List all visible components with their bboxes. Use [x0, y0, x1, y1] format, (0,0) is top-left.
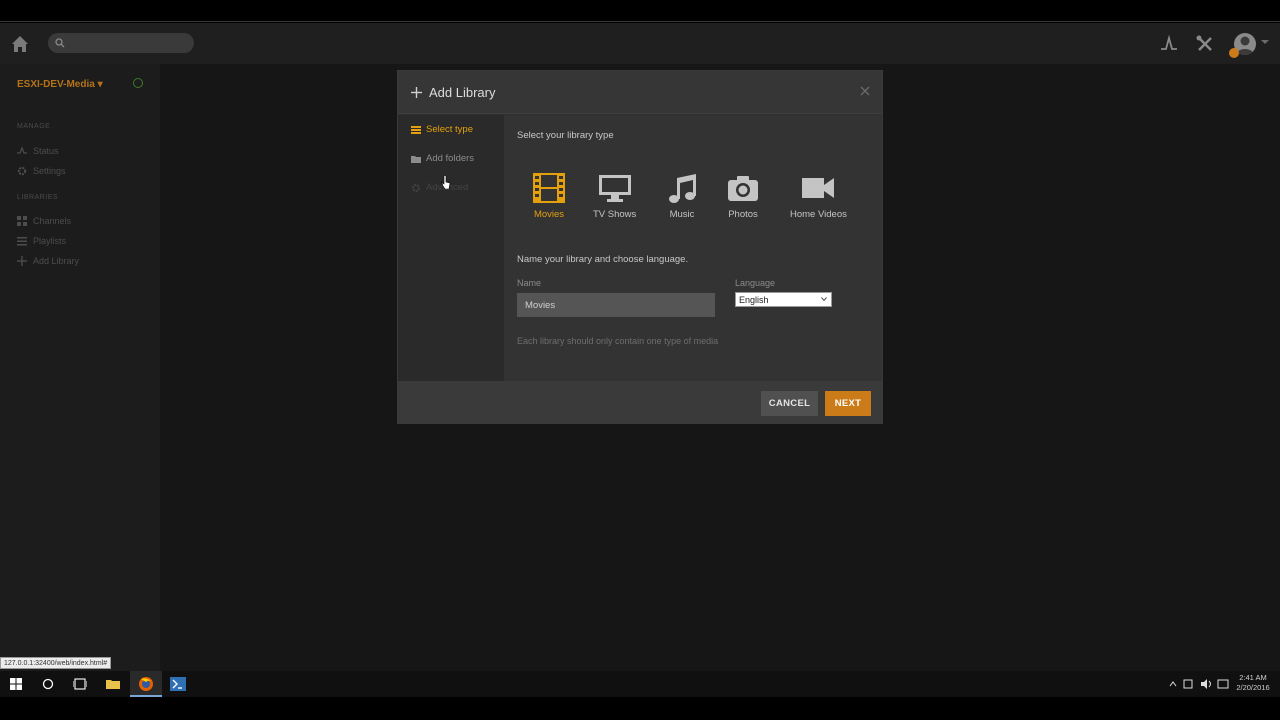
dialog-header: Add Library	[398, 71, 882, 114]
language-field-label: Language	[735, 278, 776, 288]
sidebar-item-channels[interactable]: Channels	[17, 214, 71, 228]
status-url-tooltip: 127.0.0.1:32400/web/index.html#	[0, 657, 112, 669]
plex-app: ESXI-DEV-Media ▾ MANAGE Status Settings …	[0, 23, 1280, 671]
video-camera-icon	[800, 171, 836, 205]
name-section-label: Name your library and choose language.	[517, 254, 689, 265]
library-name-input[interactable]	[517, 293, 715, 317]
windows-start-icon[interactable]	[7, 675, 25, 693]
step-label: Add folders	[426, 153, 475, 164]
type-tv-shows[interactable]: TV Shows	[593, 171, 636, 220]
letterbox-bottom	[0, 697, 1280, 720]
type-label: Music	[669, 209, 695, 220]
top-navbar	[0, 23, 1280, 64]
music-icon	[664, 171, 700, 205]
sidebar-item-playlists[interactable]: Playlists	[17, 234, 66, 248]
file-explorer-icon[interactable]	[104, 675, 122, 693]
sidebar: ESXI-DEV-Media ▾ MANAGE Status Settings …	[0, 64, 160, 671]
search-icon	[55, 38, 65, 48]
manage-header: MANAGE	[17, 123, 51, 130]
plus-icon	[411, 87, 422, 98]
cortana-icon[interactable]	[39, 675, 57, 693]
gear-icon	[17, 166, 27, 176]
chevron-down-icon	[821, 297, 827, 302]
plus-icon	[17, 256, 27, 266]
activity-icon	[17, 146, 27, 156]
sidebar-item-status[interactable]: Status	[17, 144, 59, 158]
type-music[interactable]: Music	[664, 171, 700, 220]
film-icon	[531, 171, 567, 205]
sidebar-item-label: Status	[33, 146, 59, 156]
letterbox-top	[0, 0, 1280, 22]
type-label: TV Shows	[593, 209, 637, 220]
activity-icon[interactable]	[1159, 34, 1179, 54]
camera-icon	[725, 171, 761, 205]
dialog-footer: CANCEL NEXT	[398, 381, 882, 423]
chevron-down-icon[interactable]	[1261, 40, 1269, 44]
server-status-icon	[133, 78, 143, 88]
language-select[interactable]: English	[735, 292, 832, 307]
sidebar-item-label: Playlists	[33, 236, 67, 246]
dialog-steps-nav: Select type Add folders Advanced	[398, 115, 504, 381]
server-selector[interactable]: ESXI-DEV-Media ▾	[17, 79, 103, 90]
step-label: Select type	[426, 124, 473, 135]
taskbar: 2:41 AM 2/20/2016	[0, 671, 1280, 697]
sidebar-item-label: Settings	[33, 166, 66, 176]
add-library-dialog: Add Library Select type Add folders Sele…	[397, 70, 883, 424]
type-label: Movies	[533, 209, 565, 220]
libraries-header: LIBRARIES	[17, 194, 59, 201]
type-label: Home Videos	[790, 209, 847, 220]
clock-date: 2/20/2016	[1236, 683, 1270, 692]
sidebar-item-settings[interactable]: Settings	[17, 164, 66, 178]
monitor-icon	[597, 171, 633, 205]
server-name-label: ESXI-DEV-Media	[17, 79, 95, 90]
step-select-type[interactable]: Select type	[411, 124, 473, 135]
dialog-body: Select your library type Movies TV Shows…	[504, 115, 882, 381]
notification-badge	[1229, 48, 1239, 58]
sidebar-item-add-library[interactable]: Add Library	[17, 254, 79, 268]
powershell-icon[interactable]	[169, 675, 187, 693]
select-type-label: Select your library type	[517, 130, 614, 141]
tools-icon[interactable]	[1195, 34, 1215, 54]
taskbar-clock[interactable]: 2:41 AM 2/20/2016	[1233, 673, 1273, 693]
type-photos[interactable]: Photos	[725, 171, 761, 220]
clock-time: 2:41 AM	[1239, 673, 1267, 682]
list-icon	[17, 236, 27, 246]
close-icon[interactable]	[860, 86, 870, 96]
mouse-cursor-icon	[441, 175, 451, 189]
task-view-icon[interactable]	[71, 675, 89, 693]
home-icon[interactable]	[10, 34, 30, 54]
type-label: Photos	[728, 209, 758, 220]
type-movies[interactable]: Movies	[531, 171, 567, 220]
grid-icon	[17, 216, 27, 226]
folder-icon	[411, 154, 421, 164]
step-advanced: Advanced	[411, 182, 468, 193]
screen: ESXI-DEV-Media ▾ MANAGE Status Settings …	[0, 0, 1280, 720]
language-select-value: English	[739, 294, 769, 305]
cancel-button[interactable]: CANCEL	[761, 391, 818, 416]
search-input[interactable]	[48, 33, 194, 53]
next-button[interactable]: NEXT	[825, 391, 871, 416]
sidebar-item-label: Channels	[33, 216, 72, 226]
library-icon	[411, 125, 421, 135]
system-tray-icons[interactable]	[1168, 677, 1232, 691]
dialog-title: Add Library	[429, 85, 496, 100]
firefox-icon[interactable]	[137, 675, 155, 693]
step-add-folders[interactable]: Add folders	[411, 153, 474, 164]
gear-icon	[411, 183, 421, 193]
sidebar-item-label: Add Library	[33, 256, 80, 266]
name-field-label: Name	[517, 278, 542, 288]
type-home-videos[interactable]: Home Videos	[790, 171, 847, 220]
library-hint-text: Each library should only contain one typ…	[517, 336, 719, 346]
